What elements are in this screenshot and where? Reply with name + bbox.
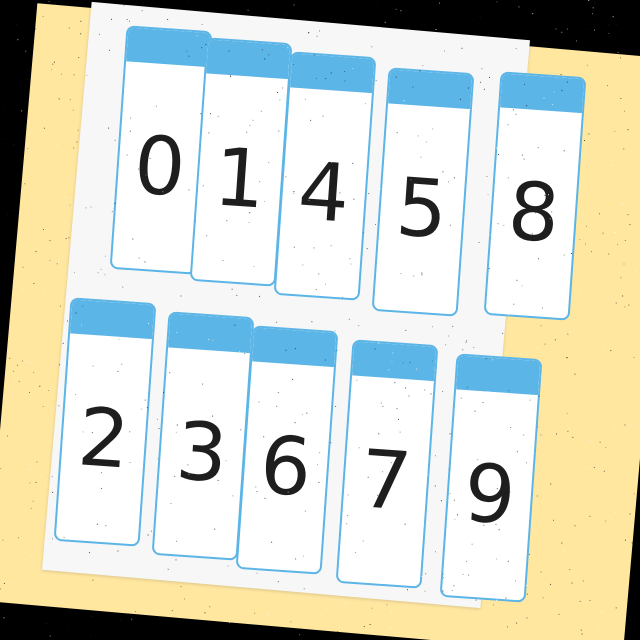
- card-digit: 1: [211, 130, 269, 227]
- number-card-5: 5: [371, 67, 475, 317]
- card-digit: 6: [257, 418, 315, 515]
- card-digit: 4: [295, 144, 353, 241]
- card-digit: 5: [393, 160, 451, 257]
- photo-scene: 0 1 4 5 8 2 3 6 7 9: [0, 0, 640, 640]
- card-header-band: [500, 73, 585, 114]
- number-card-7: 7: [335, 339, 439, 589]
- card-header-band: [70, 299, 155, 340]
- number-card-6: 6: [235, 325, 339, 575]
- card-header-band: [290, 53, 375, 94]
- number-card-9: 9: [439, 353, 543, 603]
- card-digit: 8: [505, 164, 563, 261]
- card-header-band: [206, 39, 291, 80]
- number-card-2: 2: [53, 297, 157, 547]
- card-digit: 7: [357, 432, 415, 529]
- card-digit: 3: [173, 404, 231, 501]
- number-card-4: 4: [273, 51, 377, 301]
- card-header-band: [252, 327, 337, 368]
- number-card-8: 8: [483, 71, 587, 321]
- card-header-band: [456, 355, 541, 396]
- card-header-band: [352, 341, 437, 382]
- card-header-band: [388, 69, 473, 110]
- card-digit: 9: [461, 446, 519, 543]
- card-header-band: [168, 313, 253, 354]
- card-digit: 2: [75, 390, 133, 487]
- card-header-band: [126, 27, 211, 68]
